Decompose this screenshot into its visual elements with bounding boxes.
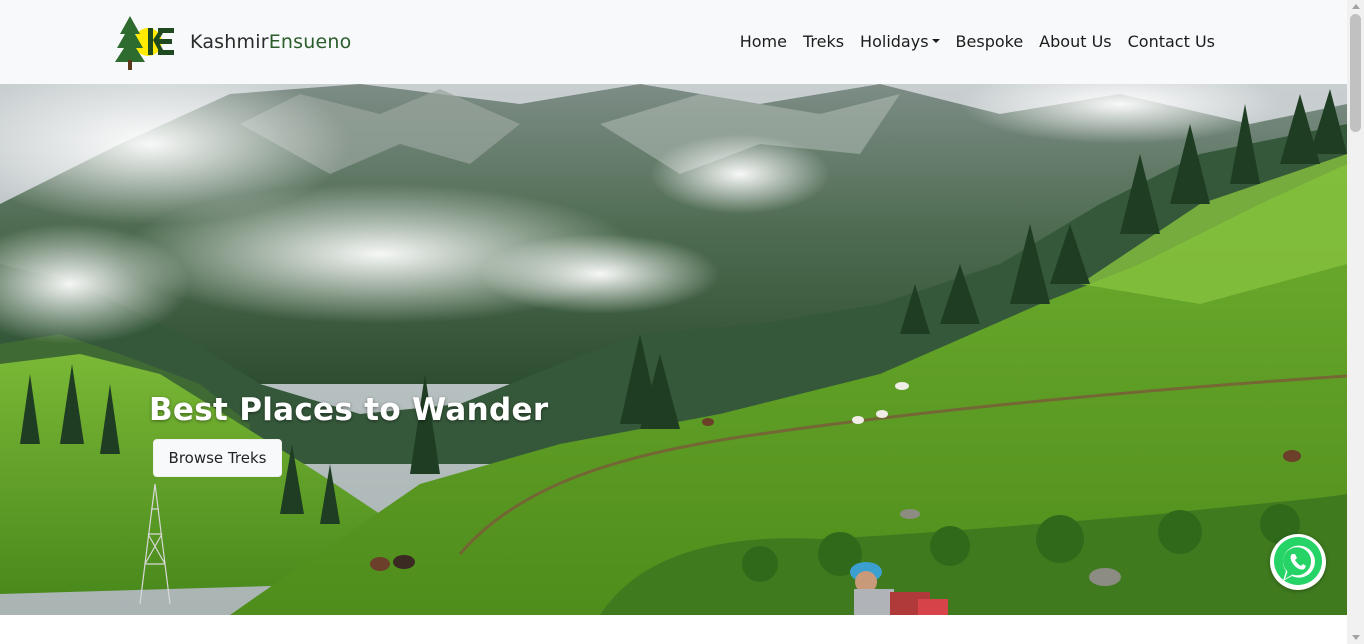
scroll-down-arrow-icon[interactable]: [1352, 635, 1360, 640]
whatsapp-button[interactable]: [1270, 534, 1326, 590]
nav-about-us[interactable]: About Us: [1031, 30, 1119, 52]
brand-name: KashmirEnsueno: [190, 31, 351, 53]
brand-link[interactable]: KashmirEnsueno: [114, 14, 351, 70]
brand-name-part1: Kashmir: [190, 31, 269, 53]
whatsapp-icon: [1274, 537, 1322, 585]
caret-down-icon: [931, 39, 940, 43]
scrollbar-thumb[interactable]: [1350, 14, 1361, 132]
brand-name-part2: Ensueno: [268, 31, 352, 53]
pine-tree-ke-logo-icon: [115, 16, 174, 70]
nav-contact-us[interactable]: Contact Us: [1120, 30, 1223, 52]
browse-treks-button[interactable]: Browse Treks: [153, 439, 282, 477]
nav-holidays-dropdown[interactable]: Holidays: [852, 30, 947, 52]
hero-banner: Best Places to Wander Browse Treks: [0, 84, 1347, 615]
main-nav: Home Treks Holidays Bespoke About Us Con…: [732, 30, 1223, 52]
nav-bespoke[interactable]: Bespoke: [948, 30, 1032, 52]
nav-home[interactable]: Home: [732, 30, 795, 52]
scroll-up-arrow-icon[interactable]: [1352, 4, 1360, 9]
hero-title: Best Places to Wander: [149, 392, 549, 428]
nav-holidays-label: Holidays: [860, 31, 929, 51]
mountain-meadow-landscape: [0, 84, 1347, 615]
nav-treks[interactable]: Treks: [795, 30, 852, 52]
page-scrollbar[interactable]: [1347, 0, 1364, 644]
navbar: KashmirEnsueno Home Treks Holidays Bespo…: [0, 0, 1347, 84]
